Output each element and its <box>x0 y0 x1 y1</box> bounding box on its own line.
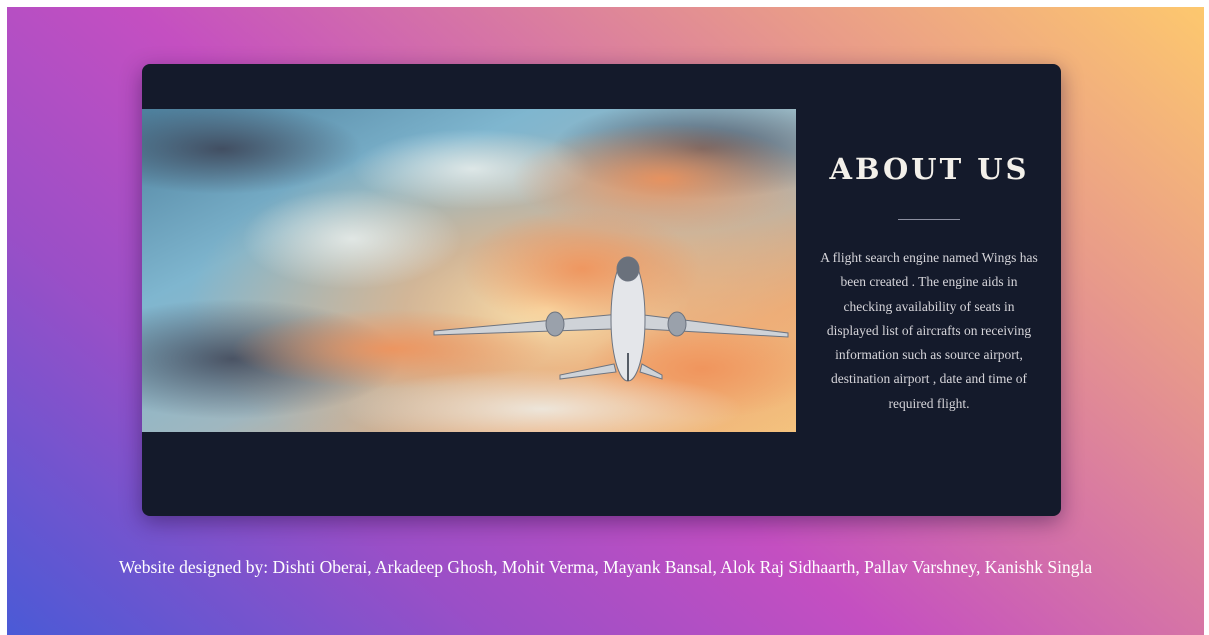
title-divider <box>898 219 960 220</box>
airplane-sunset-image <box>142 109 796 432</box>
about-section: ABOUT US A flight search engine named Wi… <box>812 64 1047 516</box>
page-background: ABOUT US A flight search engine named Wi… <box>7 7 1204 635</box>
about-card: ABOUT US A flight search engine named Wi… <box>142 64 1061 516</box>
about-description: A flight search engine named Wings has b… <box>820 250 1038 411</box>
about-title: ABOUT US <box>829 152 1030 186</box>
footer-credits: Website designed by: Dishti Oberai, Arka… <box>118 557 1093 577</box>
